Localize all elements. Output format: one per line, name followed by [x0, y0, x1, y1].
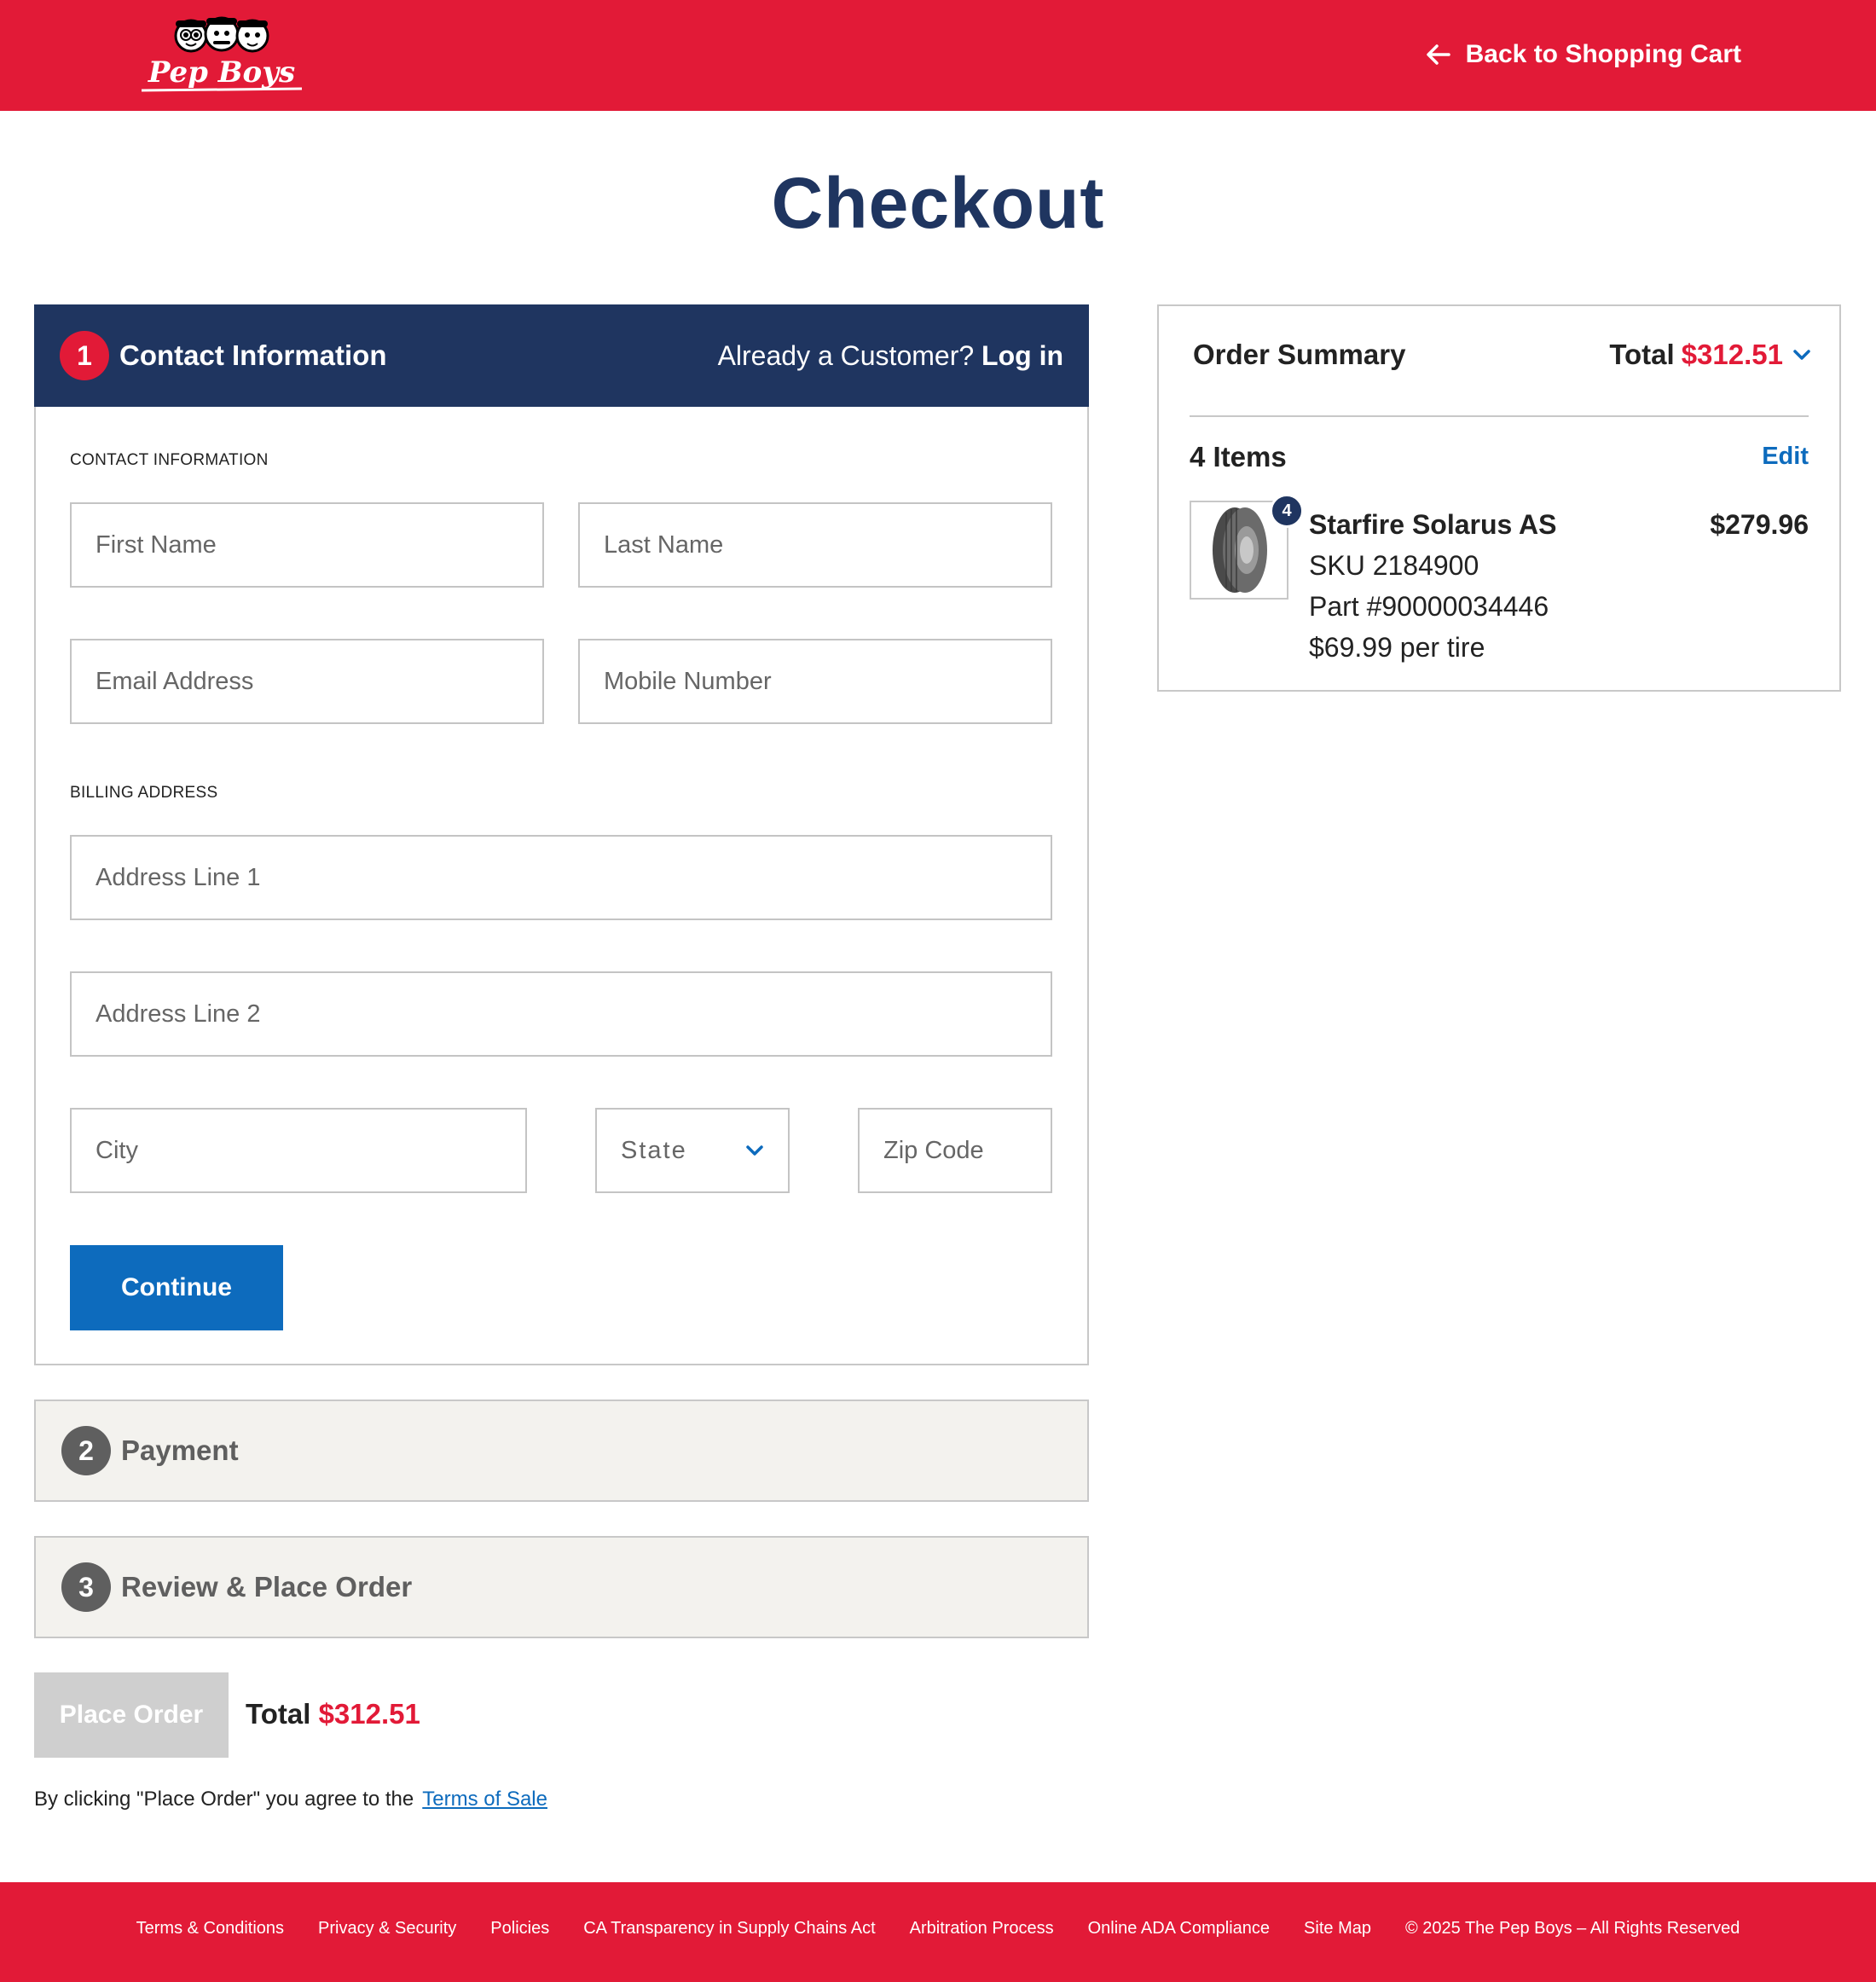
already-customer-text: Already a Customer? Log in [717, 339, 1063, 371]
footer-link-terms[interactable]: Terms & Conditions [136, 1919, 284, 1939]
continue-button[interactable]: Continue [70, 1245, 283, 1330]
quantity-badge: 4 [1270, 494, 1304, 528]
summary-total-amount: $312.51 [1681, 339, 1783, 370]
order-summary-header[interactable]: Order Summary Total $312.51 [1193, 339, 1814, 371]
payment-panel[interactable]: 2 Payment [34, 1400, 1089, 1502]
terms-of-sale-link[interactable]: Terms of Sale [422, 1788, 547, 1811]
footer-link-ca-transparency[interactable]: CA Transparency in Supply Chains Act [583, 1919, 875, 1939]
login-link[interactable]: Log in [981, 340, 1063, 371]
order-summary-title: Order Summary [1193, 339, 1406, 370]
product-name: Starfire Solarus AS [1309, 509, 1557, 540]
zip-code-field[interactable]: Zip Code [858, 1108, 1052, 1193]
product-unit-price: $69.99 per tire [1309, 632, 1485, 663]
email-field[interactable]: Email Address [70, 639, 544, 724]
back-to-cart-link[interactable]: Back to Shopping Cart [1423, 39, 1741, 70]
product-sku: SKU 2184900 [1309, 550, 1479, 581]
chevron-down-icon [746, 1145, 763, 1156]
last-name-field[interactable]: Last Name [578, 502, 1052, 588]
chevron-down-icon[interactable] [1790, 343, 1814, 367]
state-select[interactable]: State [595, 1108, 790, 1193]
footer-link-site-map[interactable]: Site Map [1304, 1919, 1371, 1939]
contact-panel-header: 1 Contact Information Already a Customer… [34, 304, 1089, 407]
footer-link-privacy[interactable]: Privacy & Security [318, 1919, 456, 1939]
product-part-number: Part #90000034446 [1309, 591, 1549, 622]
order-summary-panel: Order Summary Total $312.51 4 Items Edit… [1157, 304, 1841, 692]
address-line-1-field[interactable]: Address Line 1 [70, 835, 1052, 920]
city-field[interactable]: City [70, 1108, 527, 1193]
review-place-order-panel[interactable]: 3 Review & Place Order [34, 1536, 1089, 1638]
product-line-price: $279.96 [1710, 509, 1809, 540]
terms-notice: By clicking "Place Order" you agree to t… [34, 1788, 547, 1811]
footer-copyright: © 2025 The Pep Boys – All Rights Reserve… [1404, 1919, 1740, 1938]
product-details: Starfire Solarus AS SKU 2184900 Part #90… [1309, 504, 1556, 668]
page-title: Checkout [771, 163, 1105, 243]
footer-link-policies[interactable]: Policies [490, 1919, 549, 1939]
review-panel-title: Review & Place Order [121, 1571, 413, 1602]
payment-panel-title: Payment [121, 1434, 239, 1466]
footer-link-ada[interactable]: Online ADA Compliance [1088, 1919, 1270, 1939]
contact-panel-title: Contact Information [119, 339, 387, 371]
place-order-button[interactable]: Place Order [34, 1672, 229, 1758]
billing-section-label: BILLING ADDRESS [70, 784, 218, 802]
place-order-total: Total $312.51 [246, 1698, 420, 1730]
site-footer: Terms & Conditions Privacy & Security Po… [0, 1882, 1876, 1982]
top-header: Pep Boys Back to Shopping Cart [0, 0, 1876, 111]
total-amount: $312.51 [318, 1698, 420, 1730]
mobile-number-field[interactable]: Mobile Number [578, 639, 1052, 724]
pep-boys-logo[interactable]: Pep Boys [138, 14, 305, 97]
step-number-badge: 3 [61, 1562, 111, 1612]
back-link-label: Back to Shopping Cart [1465, 40, 1741, 68]
address-line-2-field[interactable]: Address Line 2 [70, 971, 1052, 1057]
step-number-badge: 2 [61, 1426, 111, 1475]
edit-items-link[interactable]: Edit [1762, 443, 1809, 471]
step-number-badge: 1 [60, 331, 109, 380]
contact-information-panel: 1 Contact Information Already a Customer… [34, 304, 1089, 1365]
contact-section-label: CONTACT INFORMATION [70, 451, 269, 469]
tire-icon [1213, 507, 1267, 593]
svg-text:Pep Boys: Pep Boys [148, 55, 295, 90]
divider [1190, 415, 1809, 417]
arrow-left-icon [1426, 44, 1450, 65]
items-count: 4 Items [1190, 441, 1287, 472]
first-name-field[interactable]: First Name [70, 502, 544, 588]
order-summary-total: Total $312.51 [1609, 339, 1814, 371]
footer-link-arbitration[interactable]: Arbitration Process [910, 1919, 1054, 1939]
